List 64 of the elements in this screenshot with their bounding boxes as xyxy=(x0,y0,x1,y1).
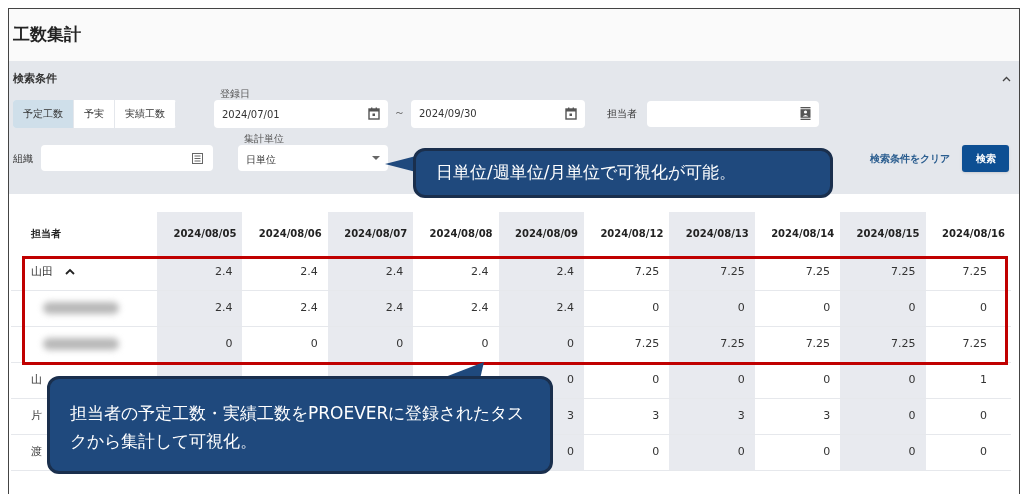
column-header: 2024/08/15 xyxy=(840,212,926,254)
search-panel-title: 検索条件 xyxy=(13,71,57,87)
assignee-name-text: 山 xyxy=(31,371,42,388)
column-header: 2024/08/09 xyxy=(498,212,584,254)
table-cell: 2.4 xyxy=(242,290,328,326)
table-cell: 3 xyxy=(669,398,755,434)
table-cell: 0 xyxy=(583,290,670,326)
column-header: 2024/08/08 xyxy=(413,212,499,254)
list-icon[interactable] xyxy=(192,152,203,164)
search-button[interactable]: 検索 xyxy=(962,144,1009,172)
calendar-icon[interactable] xyxy=(368,107,380,120)
field-label: 登録日 xyxy=(220,87,250,99)
column-header: 2024/08/05 xyxy=(157,212,243,254)
unit-value: 日単位 xyxy=(246,152,276,167)
date-field[interactable]: 2024/09/30 xyxy=(411,99,585,128)
table-cell: 7.25 xyxy=(669,326,755,362)
table-cell: 7.25 xyxy=(840,326,926,362)
column-header: 2024/08/13 xyxy=(669,212,755,254)
table-cell: 0 xyxy=(669,290,755,326)
range-separator: ～ xyxy=(394,105,405,122)
table-cell: 0 xyxy=(925,398,1011,434)
assignee-name-text: 渡 xyxy=(31,443,42,460)
table-cell: 0 xyxy=(754,434,841,470)
table-cell: 0 xyxy=(157,326,243,362)
callout: 担当者の予定工数・実績工数をPROEVERに登録されたタスクから集計して可視化。 xyxy=(47,376,553,474)
date-field[interactable]: 2024/07/01 xyxy=(214,99,388,128)
table-cell: 2.4 xyxy=(498,290,584,326)
table-cell: 0 xyxy=(498,326,584,362)
table-cell: 0 xyxy=(669,434,755,470)
column-header: 2024/08/07 xyxy=(327,212,414,254)
table-cell: 3 xyxy=(754,398,841,434)
unit-select[interactable]: 日単位 xyxy=(238,145,388,171)
chevron-up-icon[interactable] xyxy=(65,268,75,276)
callout: 日単位/週単位/月単位で可視化が可能。 xyxy=(413,148,833,198)
calendar-icon[interactable] xyxy=(565,107,577,120)
column-header: 2024/08/14 xyxy=(754,212,841,254)
table-cell: 0 xyxy=(925,434,1011,470)
table-cell: 3 xyxy=(583,398,670,434)
assignee-label: 担当者 xyxy=(607,107,637,121)
field-label: 集計単位 xyxy=(244,133,284,144)
date-value: 2024/09/30 xyxy=(419,107,477,121)
date-value: 2024/07/01 xyxy=(222,108,280,122)
assignee-field[interactable] xyxy=(647,100,819,127)
table-cell: 0 xyxy=(840,398,926,434)
table-cell: 2.4 xyxy=(413,290,499,326)
organization-label: 組織 xyxy=(13,151,34,166)
table-cell: 0 xyxy=(840,290,926,326)
assignee-name-text: 山田 xyxy=(31,263,53,280)
table-cell: 0 xyxy=(583,434,670,470)
chevron-up-icon[interactable] xyxy=(1002,76,1011,83)
table-cell: 2.4 xyxy=(327,290,414,326)
column-header: 2024/08/06 xyxy=(242,212,328,254)
table-cell: 0 xyxy=(754,290,841,326)
column-header: 2024/08/12 xyxy=(583,212,670,254)
organization-field[interactable] xyxy=(41,145,213,171)
table-cell: 0 xyxy=(327,326,414,362)
assignee-name-text: 片 xyxy=(31,407,42,424)
table-cell: 0 xyxy=(840,434,926,470)
dropdown-caret-icon[interactable] xyxy=(372,156,380,160)
clear-conditions-link[interactable]: 検索条件をクリア xyxy=(870,150,950,166)
page-title: 工数集計 xyxy=(13,23,81,47)
contact-card-icon[interactable] xyxy=(800,107,811,120)
table-cell: 2.4 xyxy=(157,290,243,326)
mode-tab[interactable]: 予定工数 xyxy=(13,99,74,128)
